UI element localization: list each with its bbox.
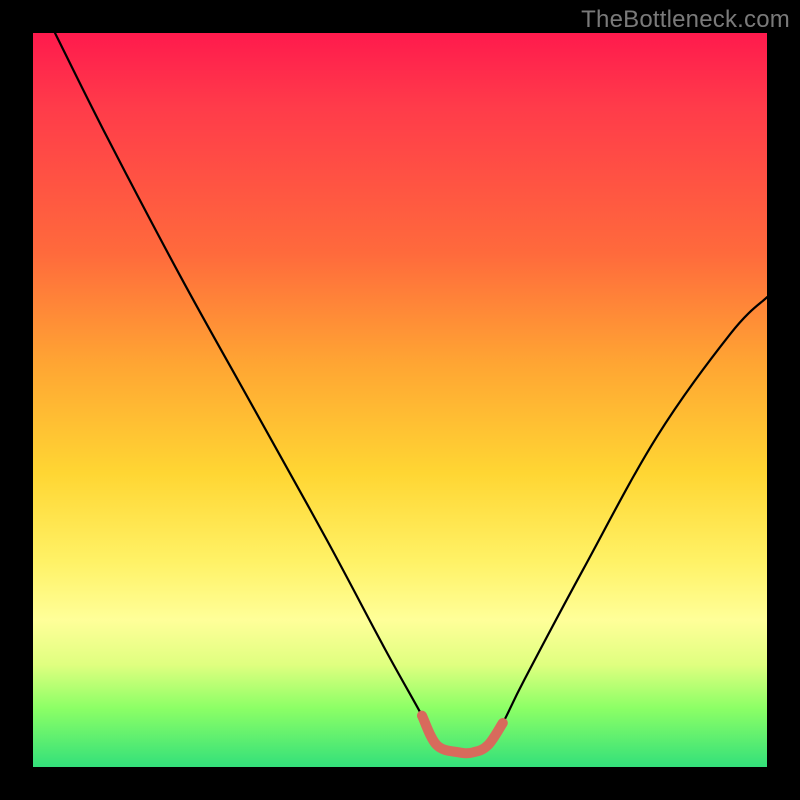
chart-frame: TheBottleneck.com bbox=[0, 0, 800, 800]
optimal-range-highlight-path bbox=[422, 716, 503, 754]
curve-svg bbox=[33, 33, 767, 767]
gradient-plot-area bbox=[33, 33, 767, 767]
watermark-text: TheBottleneck.com bbox=[581, 6, 790, 34]
bottleneck-curve-path bbox=[55, 33, 767, 753]
